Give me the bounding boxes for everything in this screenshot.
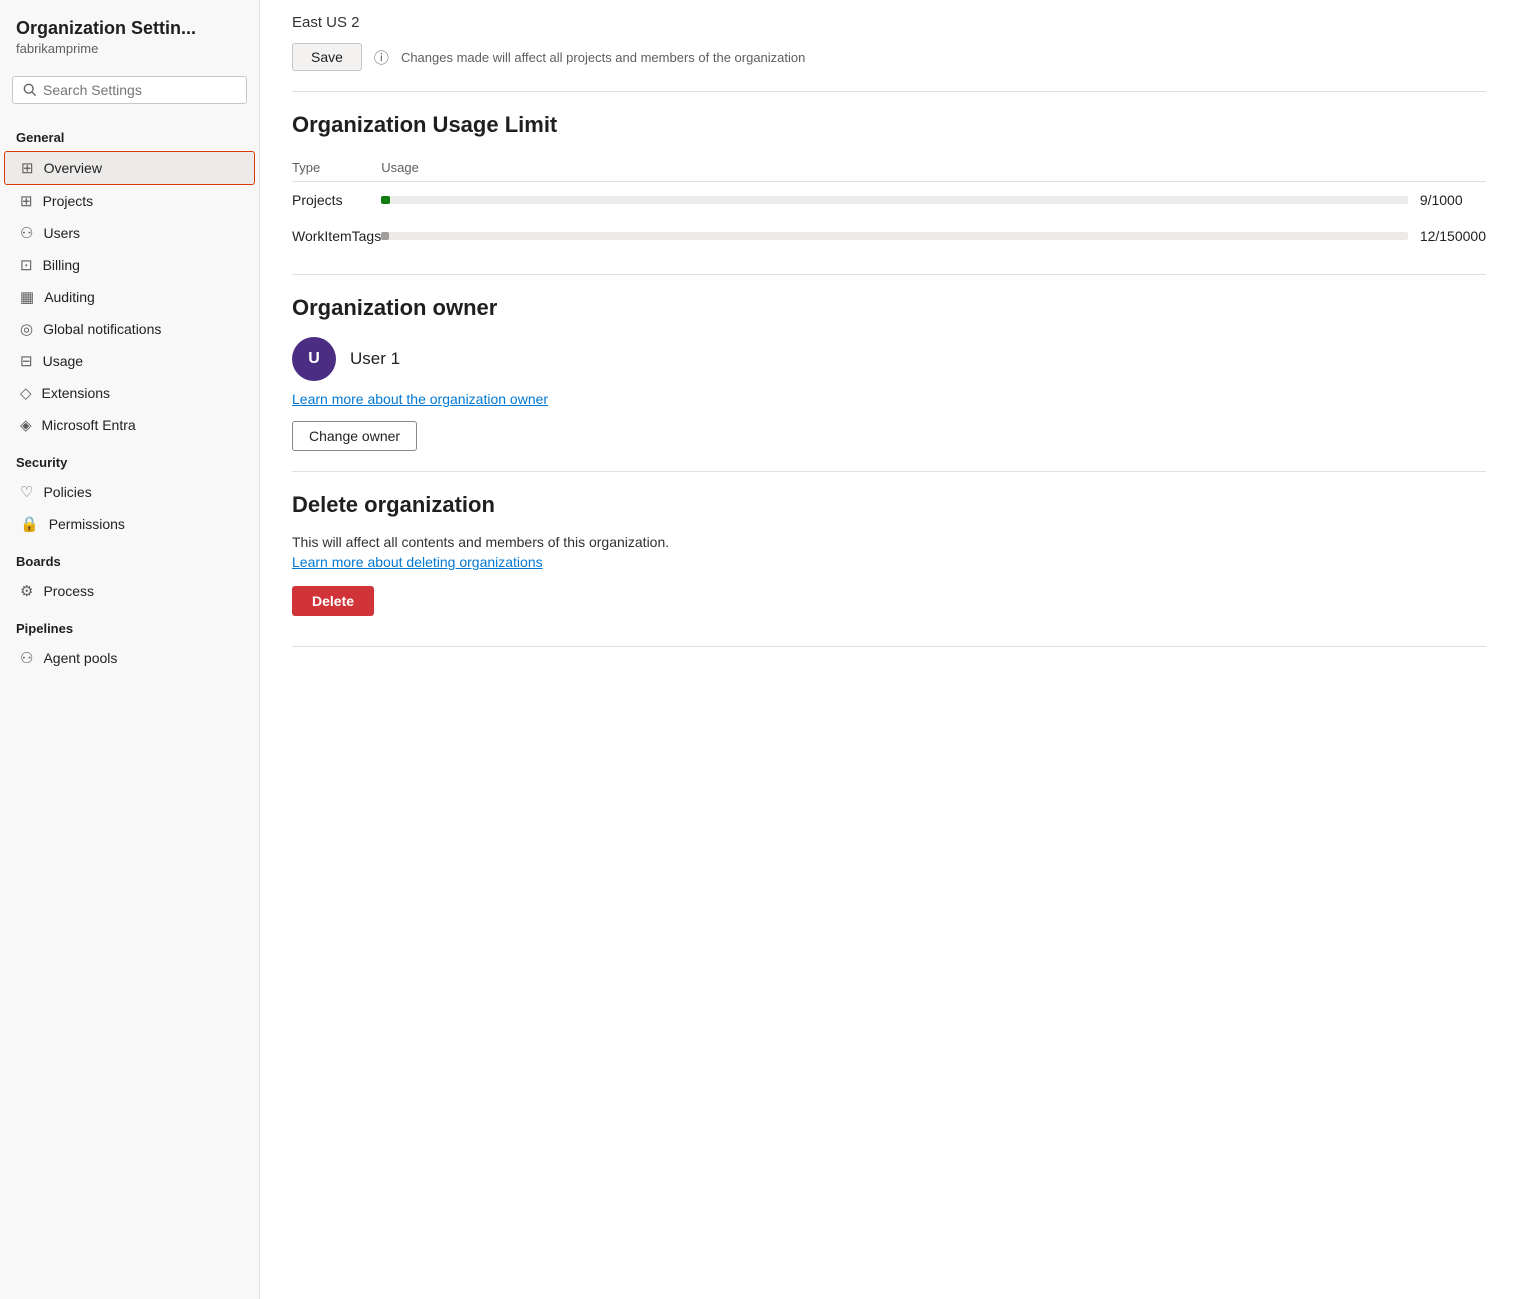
billing-icon: ⊡: [20, 256, 33, 274]
sidebar-item-label: Policies: [43, 484, 91, 500]
sidebar-subtitle: fabrikamprime: [0, 41, 259, 68]
table-row: Projects 9/1000: [292, 182, 1486, 219]
sidebar-item-label: Users: [43, 225, 80, 241]
sidebar-item-users[interactable]: ⚇ Users: [4, 217, 255, 249]
save-info-icon: ⓘ: [374, 47, 389, 68]
search-input[interactable]: [43, 82, 236, 98]
row-progress-projects: [381, 182, 1408, 219]
divider-2: [292, 274, 1486, 275]
row-count-projects: 9/1000: [1408, 182, 1486, 219]
usage-limit-section: Organization Usage Limit Type Usage Proj…: [292, 112, 1486, 254]
table-row: WorkItemTags 12/150000: [292, 218, 1486, 254]
divider-1: [292, 91, 1486, 92]
sidebar-item-label: Projects: [43, 193, 94, 209]
col-type: Type: [292, 154, 381, 182]
sidebar-item-process[interactable]: ⚙ Process: [4, 575, 255, 607]
notifications-icon: ◎: [20, 320, 33, 338]
sidebar-item-label: Usage: [43, 353, 83, 369]
sidebar-item-policies[interactable]: ♡ Policies: [4, 476, 255, 508]
policies-icon: ♡: [20, 483, 33, 501]
progress-bar-fill-workitemtags: [381, 232, 389, 240]
progress-bar-wrap-projects: [381, 196, 1408, 204]
delete-section: Delete organization This will affect all…: [292, 492, 1486, 616]
delete-button[interactable]: Delete: [292, 586, 374, 616]
owner-section: Organization owner U User 1 Learn more a…: [292, 295, 1486, 451]
divider-3: [292, 471, 1486, 472]
section-general: General: [0, 116, 259, 151]
extensions-icon: ◇: [20, 384, 32, 402]
divider-4: [292, 646, 1486, 647]
search-box[interactable]: [12, 76, 247, 104]
progress-bar-fill-projects: [381, 196, 390, 204]
row-type-projects: Projects: [292, 182, 381, 219]
users-icon: ⚇: [20, 224, 33, 242]
learn-more-delete-link[interactable]: Learn more about deleting organizations: [292, 554, 1486, 570]
sidebar-item-label: Global notifications: [43, 321, 161, 337]
col-count: [1408, 154, 1486, 182]
owner-title: Organization owner: [292, 295, 1486, 321]
sidebar-item-label: Process: [43, 583, 94, 599]
save-notice: Changes made will affect all projects an…: [401, 50, 805, 65]
owner-name: User 1: [350, 349, 400, 369]
row-type-workitemtags: WorkItemTags: [292, 218, 381, 254]
overview-icon: ⊞: [21, 159, 34, 177]
sidebar-item-label: Auditing: [44, 289, 95, 305]
permissions-icon: 🔒: [20, 515, 39, 533]
process-icon: ⚙: [20, 582, 33, 600]
col-usage: Usage: [381, 154, 1408, 182]
sidebar-item-auditing[interactable]: ▦ Auditing: [4, 281, 255, 313]
sidebar: Organization Settin... fabrikamprime Gen…: [0, 0, 260, 1299]
delete-title: Delete organization: [292, 492, 1486, 518]
agent-pools-icon: ⚇: [20, 649, 33, 667]
sidebar-item-label: Permissions: [49, 516, 125, 532]
usage-icon: ⊟: [20, 352, 33, 370]
save-button[interactable]: Save: [292, 43, 362, 71]
sidebar-item-agent-pools[interactable]: ⚇ Agent pools: [4, 642, 255, 674]
sidebar-item-label: Billing: [43, 257, 80, 273]
sidebar-item-permissions[interactable]: 🔒 Permissions: [4, 508, 255, 540]
auditing-icon: ▦: [20, 288, 34, 306]
sidebar-item-label: Agent pools: [43, 650, 117, 666]
avatar-initials: U: [308, 350, 320, 368]
region-text: East US 2: [292, 0, 1486, 31]
sidebar-item-label: Extensions: [42, 385, 110, 401]
usage-limit-title: Organization Usage Limit: [292, 112, 1486, 138]
entra-icon: ◈: [20, 416, 32, 434]
avatar: U: [292, 337, 336, 381]
main-content: East US 2 Save ⓘ Changes made will affec…: [260, 0, 1518, 1299]
search-icon: [23, 83, 37, 97]
section-boards: Boards: [0, 540, 259, 575]
sidebar-item-global-notifications[interactable]: ◎ Global notifications: [4, 313, 255, 345]
progress-bar-wrap-workitemtags: [381, 232, 1408, 240]
learn-more-owner-link[interactable]: Learn more about the organization owner: [292, 391, 1486, 407]
sidebar-item-microsoft-entra[interactable]: ◈ Microsoft Entra: [4, 409, 255, 441]
row-progress-workitemtags: [381, 218, 1408, 254]
section-pipelines: Pipelines: [0, 607, 259, 642]
save-bar: Save ⓘ Changes made will affect all proj…: [292, 43, 1486, 71]
sidebar-item-billing[interactable]: ⊡ Billing: [4, 249, 255, 281]
sidebar-item-usage[interactable]: ⊟ Usage: [4, 345, 255, 377]
sidebar-item-label: Overview: [44, 160, 102, 176]
sidebar-item-overview[interactable]: ⊞ Overview: [4, 151, 255, 185]
owner-row: U User 1: [292, 337, 1486, 381]
usage-table: Type Usage Projects 9/1000 WorkItemT: [292, 154, 1486, 254]
row-count-workitemtags: 12/150000: [1408, 218, 1486, 254]
section-security: Security: [0, 441, 259, 476]
sidebar-item-projects[interactable]: ⊞ Projects: [4, 185, 255, 217]
sidebar-title: Organization Settin...: [0, 0, 259, 41]
change-owner-button[interactable]: Change owner: [292, 421, 417, 451]
projects-icon: ⊞: [20, 192, 33, 210]
sidebar-item-label: Microsoft Entra: [42, 417, 136, 433]
delete-description: This will affect all contents and member…: [292, 534, 1486, 550]
sidebar-item-extensions[interactable]: ◇ Extensions: [4, 377, 255, 409]
